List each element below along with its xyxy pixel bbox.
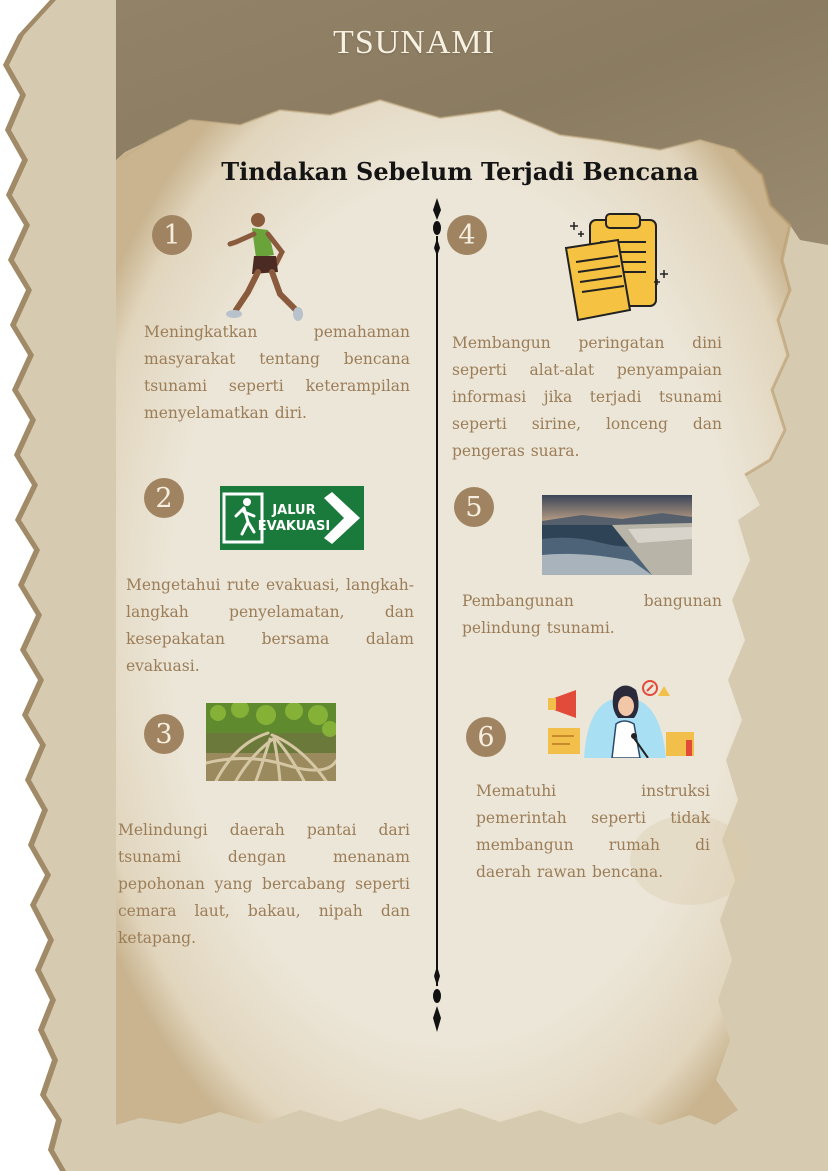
running-person-icon: [226, 213, 303, 321]
step-2-number-badge: 2: [144, 478, 184, 518]
step-4-description: Membangun peringatan dini seperti alat-a…: [452, 334, 722, 460]
seawall-photo: [542, 495, 692, 575]
step-1-number-badge: 1: [152, 215, 192, 255]
timeline-divider: [433, 198, 441, 1032]
step-3-number-badge: 3: [144, 714, 184, 754]
step-2-description: Mengetahui rute evakuasi, langkah-langka…: [126, 576, 414, 675]
step-3-description: Melindungi daerah pantai dari tsunami de…: [118, 821, 410, 947]
clipboard-document-icon: [564, 213, 668, 322]
evacuation-sign-icon: JALUR EVAKUASI: [220, 486, 364, 550]
sign-text-evakuasi: EVAKUASI: [258, 519, 330, 534]
step-6-number-badge: 6: [466, 717, 506, 757]
announcer-woman-icon: [548, 680, 694, 758]
page-title: TSUNAMI: [333, 24, 495, 61]
sign-text-jalur: JALUR: [271, 503, 315, 518]
step-1-description: Meningkatkan pemahaman masyarakat tentan…: [144, 323, 410, 422]
step-5-description: Pembangunan bangunan pelindung tsunami.: [462, 592, 722, 637]
infographic-page: TSUNAMI Tindakan Sebelum Terjadi Bencana…: [0, 0, 828, 1171]
section-heading: Tindakan Sebelum Terjadi Bencana: [221, 157, 699, 186]
mangrove-roots-photo: [206, 703, 336, 781]
step-6-description: Mematuhi instruksi pemerintah seperti ti…: [476, 782, 710, 881]
step-4-number-badge: 4: [447, 215, 487, 255]
step-5-number-badge: 5: [454, 487, 494, 527]
